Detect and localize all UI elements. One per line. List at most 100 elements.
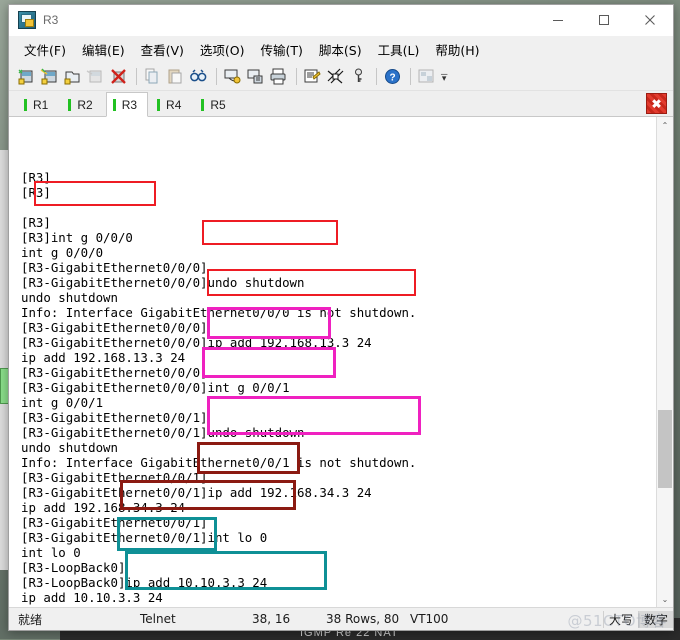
tab-status-indicator-icon [113, 99, 116, 111]
toolbar-overflow-button[interactable]: ─ ▾ [441, 72, 447, 80]
tab-r2[interactable]: R2 [61, 93, 103, 116]
menu-file[interactable]: 文件(F) [17, 37, 73, 62]
menu-edit[interactable]: 编辑(E) [75, 37, 132, 62]
status-caps-lock: 大写 [603, 611, 638, 628]
menu-options[interactable]: 选项(O) [193, 37, 252, 62]
svg-text:?: ? [389, 72, 395, 83]
tab-r1[interactable]: R1 [17, 93, 59, 116]
status-num-lock: 数字 [638, 611, 673, 628]
status-cursor-position: 38, 16 [246, 612, 320, 626]
close-tab-button[interactable]: ✖ [646, 93, 667, 114]
find-icon[interactable] [188, 66, 209, 87]
tab-label: R5 [210, 98, 225, 112]
terminal-line: ip add 192.168.34.3 24 [21, 500, 656, 515]
terminal-line: [R3-GigabitEthernet0/0/0]ip add 192.168.… [21, 335, 656, 350]
log-session-icon[interactable] [245, 66, 266, 87]
terminal-line: [R3-GigabitEthernet0/0/1] [21, 515, 656, 530]
menu-bar: 文件(F) 编辑(E) 查看(V) 选项(O) 传输(T) 脚本(S) 工具(L… [9, 36, 673, 62]
minimize-button[interactable] [535, 6, 581, 35]
terminal-line: [R3-GigabitEthernet0/0/1] [21, 470, 656, 485]
terminal-line: undo shutdown [21, 290, 656, 305]
terminal-line: [R3]int g 0/0/0 [21, 230, 656, 245]
terminal-line: undo shutdown [21, 440, 656, 455]
toolbar-separator [136, 68, 137, 85]
scroll-down-button[interactable]: ⌄ [657, 591, 673, 607]
disconnect-icon[interactable] [108, 66, 129, 87]
arrange-icon[interactable] [416, 66, 437, 87]
terminal-line: [R3-GigabitEthernet0/0/0] [21, 320, 656, 335]
status-ready: 就绪 [9, 611, 134, 628]
terminal-line: int g 0/0/0 [21, 245, 656, 260]
terminal-line: ip add 192.168.13.3 24 [21, 350, 656, 365]
terminal-line: Info: Interface GigabitEthernet0/0/1 is … [21, 455, 656, 470]
tab-r5[interactable]: R5 [194, 93, 236, 116]
session-options-icon[interactable] [302, 66, 323, 87]
status-terminal-size: 38 Rows, 80 [320, 612, 404, 626]
key-icon[interactable] [348, 66, 369, 87]
terminal-line: Info: Interface GigabitEthernet0/0/0 is … [21, 305, 656, 320]
clone-session-icon[interactable] [39, 66, 60, 87]
terminal-line [21, 200, 656, 215]
tab-label: R2 [77, 98, 92, 112]
toolbar-separator [410, 68, 411, 85]
terminal-line: [R3-GigabitEthernet0/0/1]ip add 192.168.… [21, 485, 656, 500]
menu-script[interactable]: 脚本(S) [312, 37, 369, 62]
terminal-line: ip add 10.10.3.3 24 [21, 590, 656, 605]
terminal-line: [R3-GigabitEthernet0/0/0] [21, 365, 656, 380]
tab-status-indicator-icon [201, 99, 204, 111]
terminal-line: [R3-GigabitEthernet0/0/0]int g 0/0/1 [21, 380, 656, 395]
scroll-up-button[interactable]: ⌃ [657, 117, 673, 133]
terminal-area: [R3][R3][R3][R3]int g 0/0/0int g 0/0/0[R… [9, 117, 673, 607]
reconnect-icon[interactable] [85, 66, 106, 87]
window-title: R3 [43, 13, 535, 27]
status-bar: 就绪 Telnet 38, 16 38 Rows, 80 VT100 大写 数字… [9, 607, 673, 630]
background-window-sliver [0, 150, 8, 570]
new-session-icon[interactable] [16, 66, 37, 87]
menu-help[interactable]: 帮助(H) [428, 37, 486, 62]
help-icon[interactable]: ? [382, 66, 403, 87]
terminal-line: [R3] [21, 215, 656, 230]
securecrt-window: R3 文件(F) 编辑(E) 查看(V) 选项(O) 传输(T) 脚本(S) 工… [8, 4, 674, 631]
print-screen-icon[interactable] [222, 66, 243, 87]
tab-status-indicator-icon [157, 99, 160, 111]
print-icon[interactable] [268, 66, 289, 87]
terminal-line: [R3-GigabitEthernet0/0/0] [21, 260, 656, 275]
tab-label: R4 [166, 98, 181, 112]
tab-label: R3 [122, 98, 137, 112]
toolbar: ? ─ ▾ [9, 62, 673, 91]
menu-tools[interactable]: 工具(L) [371, 37, 427, 62]
terminal-app-icon [18, 11, 36, 29]
chevron-down-icon: ▾ [442, 76, 447, 80]
tab-label: R1 [33, 98, 48, 112]
toolbar-separator [376, 68, 377, 85]
session-tab-bar: R1 R2 R3 R4 R5 ✖ [9, 91, 673, 117]
tab-r3[interactable]: R3 [106, 92, 148, 117]
status-protocol: Telnet [134, 612, 246, 626]
close-button[interactable] [627, 6, 673, 35]
tab-r4[interactable]: R4 [150, 93, 192, 116]
terminal-line: int lo 0 [21, 545, 656, 560]
tab-status-indicator-icon [24, 99, 27, 111]
terminal-output[interactable]: [R3][R3][R3][R3]int g 0/0/0int g 0/0/0[R… [9, 117, 656, 607]
terminal-line: [R3] [21, 185, 656, 200]
terminal-line: [R3-LoopBack0] [21, 560, 656, 575]
maximize-button[interactable] [581, 6, 627, 35]
terminal-scrollbar[interactable]: ⌃ ⌄ [656, 117, 673, 607]
status-emulation: VT100 [404, 612, 496, 626]
new-tab-icon[interactable] [62, 66, 83, 87]
title-bar: R3 [9, 5, 673, 36]
terminal-line: int g 0/0/1 [21, 395, 656, 410]
tab-status-indicator-icon [68, 99, 71, 111]
toolbar-separator [296, 68, 297, 85]
copy-icon[interactable] [142, 66, 163, 87]
terminal-line: [R3-LoopBack0]ip add 10.10.3.3 24 [21, 575, 656, 590]
scrollbar-thumb[interactable] [658, 410, 672, 488]
terminal-line: [R3-GigabitEthernet0/0/1]int lo 0 [21, 530, 656, 545]
paste-icon[interactable] [165, 66, 186, 87]
menu-transfer[interactable]: 传输(T) [254, 37, 310, 62]
menu-view[interactable]: 查看(V) [134, 37, 191, 62]
terminal-line: [R3-GigabitEthernet0/0/0]undo shutdown [21, 275, 656, 290]
terminal-line: [R3-GigabitEthernet0/0/1]undo shutdown [21, 425, 656, 440]
transfer-icon[interactable] [325, 66, 346, 87]
terminal-line: [R3] [21, 170, 656, 185]
